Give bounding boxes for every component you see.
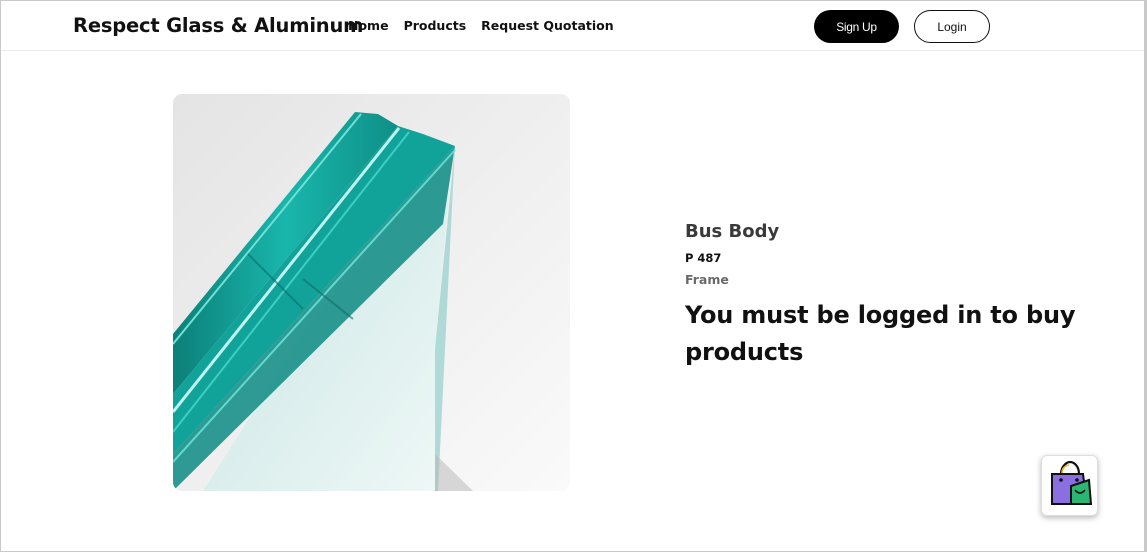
signup-button[interactable]: Sign Up [814, 10, 899, 43]
product-info: Bus Body P 487 Frame You must be logged … [685, 220, 1105, 371]
nav-home-link[interactable]: Home [348, 18, 389, 33]
nav-products-link[interactable]: Products [404, 18, 467, 33]
cart-button[interactable] [1041, 455, 1098, 516]
nav-request-quotation-link[interactable]: Request Quotation [481, 18, 613, 33]
product-image [173, 94, 570, 491]
login-required-message: You must be logged in to buy products [685, 301, 1076, 366]
top-navbar: Respect Glass & Aluminum Home Products R… [1, 1, 1146, 51]
product-code: P 487 [685, 251, 722, 265]
brand-logo-text[interactable]: Respect Glass & Aluminum [73, 14, 363, 37]
product-category: Frame [685, 272, 729, 287]
nav-links: Home Products Request Quotation [348, 18, 614, 33]
login-button[interactable]: Login [914, 10, 990, 43]
product-title: Bus Body [685, 221, 780, 242]
shopping-bag-icon [1047, 460, 1093, 512]
scrollbar[interactable] [1144, 1, 1146, 552]
